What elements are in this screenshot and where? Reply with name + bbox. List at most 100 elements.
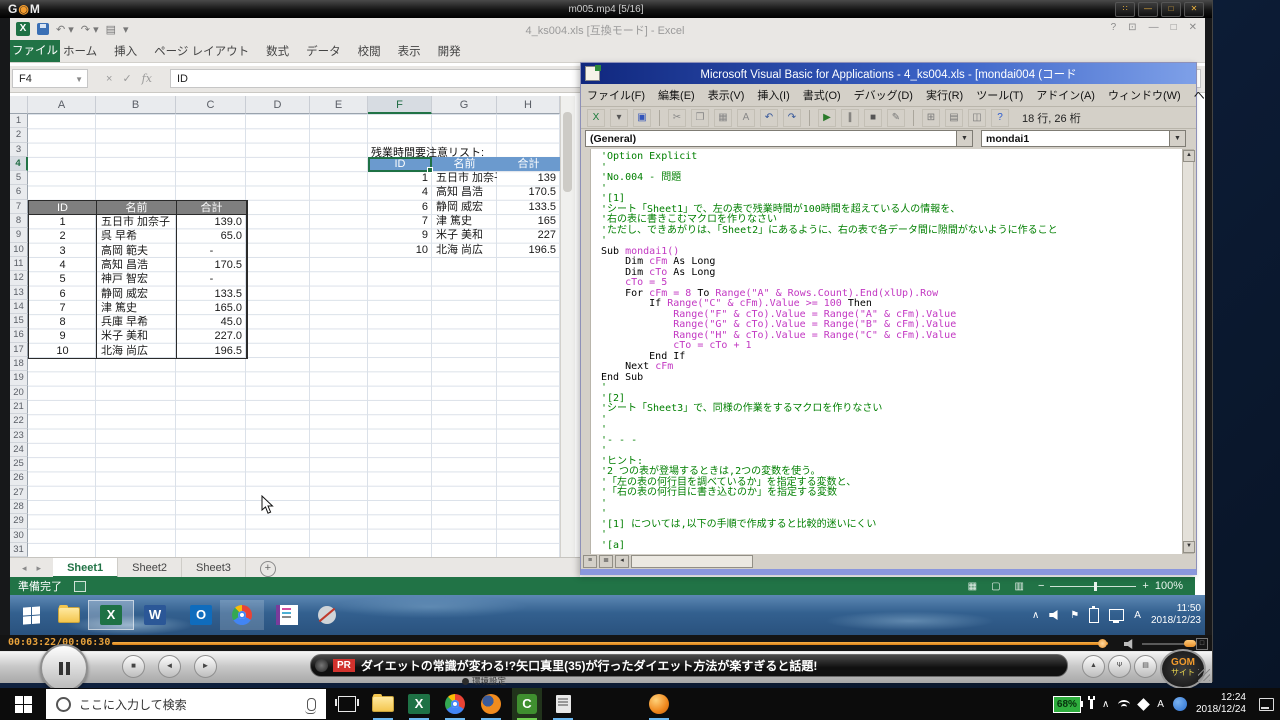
redo-icon[interactable]: ↷ ▾ [81, 23, 99, 36]
table-cell[interactable]: 呉 早希 [97, 229, 177, 243]
scroll-down-icon[interactable]: ▼ [1183, 541, 1195, 553]
eject-button[interactable]: ▲ [1082, 655, 1105, 678]
taskbar-firefox-button[interactable] [476, 688, 506, 720]
taskbar-camtasia-button[interactable]: C [512, 688, 542, 720]
table-cell[interactable]: 227.0 [177, 329, 247, 343]
table-cell[interactable]: 45.0 [177, 315, 247, 329]
taskbar-explorer-button[interactable] [368, 688, 398, 720]
table-cell[interactable]: 五日市 加奈子 [432, 171, 497, 185]
row-header-1[interactable]: 1 [10, 114, 28, 128]
recorded-explorer-button[interactable] [52, 600, 86, 630]
vba-menu-4[interactable]: 挿入(I) [757, 87, 789, 103]
help-icon[interactable]: ? [991, 109, 1009, 127]
table-cell[interactable]: 静岡 威宏 [97, 287, 177, 301]
ribbon-tab-5[interactable]: データ [306, 43, 341, 59]
table-header-cell[interactable]: 合計 [177, 201, 247, 215]
recorded-onenote-button[interactable] [272, 600, 302, 630]
recorded-start-button[interactable] [14, 600, 48, 630]
pause-button[interactable] [40, 644, 88, 692]
sheet-tab-sheet3[interactable]: Sheet3 [182, 558, 246, 578]
toolbox-icon[interactable]: ◫ [968, 109, 986, 127]
sheet-tab-sheet1[interactable]: Sheet1 [53, 558, 118, 578]
properties-icon[interactable]: ▤ [945, 109, 963, 127]
table-cell[interactable]: 165.0 [177, 301, 247, 315]
design-mode-icon[interactable]: ✎ [887, 109, 905, 127]
row-header-2[interactable]: 2 [10, 128, 28, 142]
run-icon[interactable]: ▶ [818, 109, 836, 127]
table-cell[interactable]: 5 [29, 272, 97, 286]
table-header-cell[interactable]: 合計 [497, 157, 560, 171]
taskbar-search[interactable]: ここに入力して検索 [46, 689, 326, 719]
table-cell[interactable]: 4 [29, 258, 97, 272]
table-cell[interactable]: - [177, 244, 247, 258]
tray-expand-icon[interactable]: ∧ [1102, 699, 1109, 710]
undo-icon[interactable]: ↶ ▾ [56, 23, 74, 36]
start-button[interactable] [0, 688, 46, 720]
recorded-outlook-button[interactable]: O [184, 600, 218, 630]
row-header-17[interactable]: 17 [10, 343, 28, 357]
vba-menu-9[interactable]: アドイン(A) [1036, 87, 1095, 103]
table-cell[interactable]: 米子 美和 [432, 228, 497, 242]
insert-object-icon[interactable]: ▾ [610, 109, 628, 127]
row-header-28[interactable]: 28 [10, 500, 28, 514]
table-cell[interactable]: 196.5 [497, 243, 560, 257]
tray-expand-icon[interactable]: ∧ [1032, 610, 1039, 621]
next-button[interactable]: ► [194, 655, 217, 678]
vba-menu-6[interactable]: デバッグ(D) [854, 87, 913, 103]
flag-icon[interactable]: ⚑ [1070, 610, 1079, 621]
table-cell[interactable]: 6 [368, 200, 432, 214]
taskbar-notepad-button[interactable] [548, 688, 578, 720]
sheet-next-icon[interactable]: ▸ [37, 563, 42, 574]
table-cell[interactable]: 2 [29, 229, 97, 243]
vba-menu-3[interactable]: 表示(V) [708, 87, 745, 103]
table-cell[interactable]: 津 篤史 [432, 214, 497, 228]
vba-menu-5[interactable]: 書式(O) [803, 87, 841, 103]
vba-menu-1[interactable]: ファイル(F) [587, 87, 645, 103]
close-button[interactable]: ✕ [1184, 2, 1204, 17]
zoom-out-icon[interactable]: − [1038, 580, 1044, 592]
vba-menu-11[interactable]: ヘルプ [1194, 87, 1205, 103]
row-header-11[interactable]: 11 [10, 257, 28, 271]
table-cell[interactable]: 3 [29, 244, 97, 258]
object-dropdown[interactable]: (General)▼ [585, 130, 973, 147]
table-cell[interactable]: 1 [29, 215, 97, 229]
sheet-prev-icon[interactable]: ◂ [22, 563, 27, 574]
table-cell[interactable]: 米子 美和 [97, 329, 177, 343]
gom-titlebar[interactable]: G◉M m005.mp4 [5/16] ∷—□✕ [0, 0, 1212, 18]
ribbon-tab-1[interactable]: ホーム [63, 43, 97, 59]
copy-icon[interactable]: ❐ [691, 109, 709, 127]
print-preview-icon[interactable]: ▤ [106, 23, 116, 36]
procedure-dropdown[interactable]: mondai1▼ [981, 130, 1186, 147]
volume-knob[interactable] [1184, 640, 1196, 647]
row-header-16[interactable]: 16 [10, 328, 28, 342]
table-header-cell[interactable]: 名前 [432, 157, 497, 171]
zoom-slider[interactable] [1050, 586, 1136, 587]
row-header-5[interactable]: 5 [10, 171, 28, 185]
minimize-button[interactable]: — [1138, 2, 1158, 17]
table-cell[interactable]: 139.0 [177, 215, 247, 229]
row-header-15[interactable]: 15 [10, 314, 28, 328]
column-header-H[interactable]: H [497, 96, 560, 114]
taskbar-excel-button[interactable]: X [404, 688, 434, 720]
mic-button[interactable]: Ψ [1108, 655, 1131, 678]
row-header-9[interactable]: 9 [10, 228, 28, 242]
table-cell[interactable]: - [177, 272, 247, 286]
table-cell[interactable]: 神戸 智宏 [97, 272, 177, 286]
table-cell[interactable]: 133.5 [177, 287, 247, 301]
vba-menu-2[interactable]: 編集(E) [658, 87, 695, 103]
cancel-entry-icon[interactable]: × [106, 73, 112, 85]
seek-bar[interactable] [112, 642, 1108, 645]
ad-banner[interactable]: PR ダイエットの常識が変わる!?矢口真里(35)が行ったダイエット方法が楽すぎ… [310, 654, 1068, 677]
power-plug-icon[interactable] [1090, 699, 1093, 709]
table-cell[interactable]: 高知 昌浩 [432, 185, 497, 199]
name-box[interactable]: F4▼ [12, 69, 88, 88]
row-header-14[interactable]: 14 [10, 300, 28, 314]
confirm-entry-icon[interactable]: ✓ [122, 72, 131, 85]
ribbon-tab-2[interactable]: 挿入 [114, 43, 137, 59]
excel-view-icon[interactable]: X [587, 109, 605, 127]
row-header-22[interactable]: 22 [10, 414, 28, 428]
video-frame[interactable]: X ↶ ▾ ↷ ▾ ▤ ▾ 4_ks004.xls [互換モード] - Exce… [10, 18, 1205, 635]
minimize-icon[interactable]: — [1149, 22, 1159, 33]
recorded-clock[interactable]: 11:50 2018/12/23 [1151, 603, 1201, 627]
sheet-tab-sheet2[interactable]: Sheet2 [118, 558, 182, 578]
